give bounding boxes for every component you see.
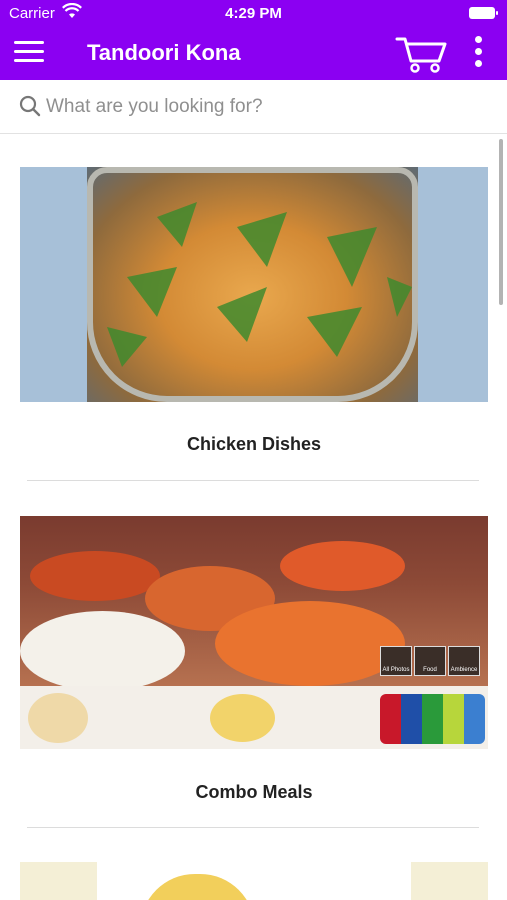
- divider: [27, 827, 479, 828]
- shopping-cart-icon[interactable]: [395, 34, 447, 74]
- photo-thumbnails: All Photos Food Ambience: [380, 646, 482, 676]
- search-bar: [0, 80, 507, 134]
- category-label: Combo Meals: [195, 782, 313, 802]
- category-card-chicken-dishes[interactable]: Chicken Dishes: [20, 167, 488, 455]
- category-card[interactable]: [20, 862, 488, 900]
- thumbnail-all-photos: All Photos: [380, 646, 412, 676]
- thumbnail-ambience: Ambience: [448, 646, 480, 676]
- app-title: Tandoori Kona: [87, 40, 241, 65]
- more-vertical-icon[interactable]: [470, 36, 486, 70]
- hamburger-menu-icon[interactable]: [14, 41, 44, 65]
- category-image-chicken-dishes: [20, 167, 488, 402]
- search-icon: [19, 95, 41, 122]
- search-input[interactable]: [46, 91, 486, 123]
- status-time: 4:29 PM: [225, 5, 282, 22]
- category-label: Chicken Dishes: [186, 434, 322, 454]
- app-bar: Tandoori Kona: [0, 28, 507, 80]
- category-list: Chicken Dishes All Photos Food Ambience Co…: [0, 135, 507, 900]
- category-image-combo-meals: All Photos Food Ambience: [20, 516, 488, 749]
- scrollbar[interactable]: [499, 139, 503, 305]
- divider: [27, 480, 479, 481]
- thumbnail-food: Food: [414, 646, 446, 676]
- category-card-combo-meals[interactable]: All Photos Food Ambience Combo Meals: [20, 516, 488, 803]
- battery-icon: [469, 7, 498, 19]
- category-image: [20, 862, 488, 900]
- status-bar: Carrier 4:29 PM: [0, 0, 507, 28]
